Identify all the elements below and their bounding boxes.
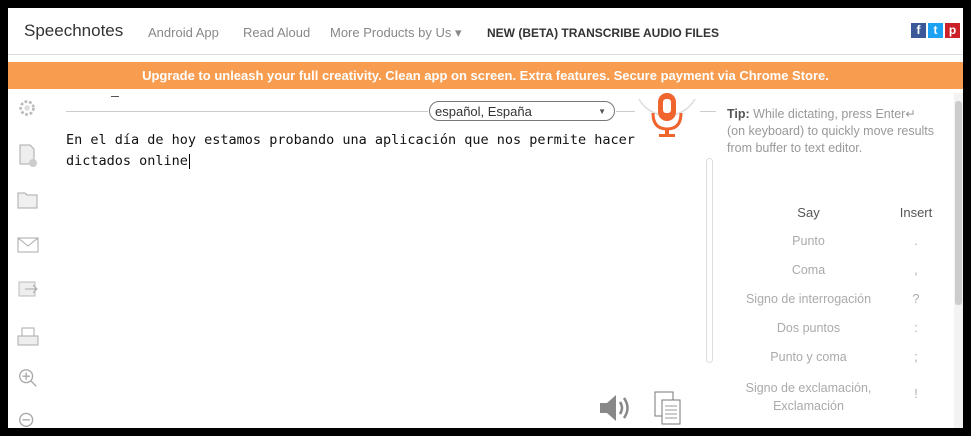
- command-insert: ,: [914, 263, 918, 277]
- open-folder-icon[interactable]: [17, 191, 39, 209]
- chevron-down-icon: ▼: [598, 107, 606, 116]
- commands-header: Say Insert: [726, 205, 941, 234]
- table-row: Punto .: [726, 234, 941, 263]
- cursor-mark: [111, 96, 119, 97]
- editor-text: En el día de hoy estamos probando una ap…: [66, 132, 635, 169]
- command-say: Signo de exclamación, Exclamación: [745, 381, 872, 413]
- table-row: Punto y coma ;: [726, 350, 941, 379]
- command-insert: !: [914, 387, 918, 401]
- table-row: Dos puntos :: [726, 321, 941, 350]
- nav-read-aloud[interactable]: Read Aloud: [243, 25, 310, 40]
- settings-icon[interactable]: [17, 96, 39, 120]
- divider-left: [66, 111, 428, 112]
- text-editor[interactable]: En el día de hoy estamos probando una ap…: [66, 130, 686, 390]
- page-scrollbar[interactable]: [954, 93, 963, 428]
- share-icon[interactable]: [17, 278, 39, 300]
- command-insert: ;: [914, 350, 918, 364]
- language-value: español, España: [435, 104, 532, 119]
- table-row: Signo de interrogación ?: [726, 292, 941, 321]
- upgrade-banner[interactable]: Upgrade to unleash your full creativity.…: [8, 62, 963, 89]
- table-row: Coma ,: [726, 263, 941, 292]
- print-icon[interactable]: [17, 326, 39, 348]
- table-row: Signo de exclamación, Exclamación !: [726, 379, 941, 419]
- header-say: Say: [797, 205, 820, 220]
- zoom-in-icon[interactable]: [17, 366, 39, 390]
- header-insert: Insert: [899, 205, 933, 220]
- tip-text: While dictating, press Enter↵ (on keyboa…: [727, 107, 935, 155]
- command-insert: :: [914, 321, 918, 335]
- divider-mid: [616, 111, 635, 112]
- divider-right: [700, 111, 716, 112]
- command-say: Dos puntos: [776, 321, 841, 335]
- email-icon[interactable]: [17, 236, 39, 254]
- command-say: Signo de interrogación: [745, 292, 872, 306]
- clipboard-icon[interactable]: [653, 388, 683, 426]
- command-say: Coma: [791, 263, 826, 277]
- app-window: Speechnotes Android App Read Aloud More …: [8, 8, 963, 428]
- top-navbar: Speechnotes Android App Read Aloud More …: [8, 8, 963, 55]
- command-say: Punto y coma: [770, 350, 847, 364]
- nav-transcribe-audio[interactable]: NEW (BETA) TRANSCRIBE AUDIO FILES: [487, 26, 719, 40]
- facebook-icon[interactable]: f: [911, 23, 926, 38]
- new-file-icon[interactable]: [17, 143, 39, 169]
- command-insert: ?: [912, 292, 920, 306]
- tip-label: Tip:: [727, 107, 750, 121]
- nav-android-app[interactable]: Android App: [148, 25, 219, 40]
- nav-more-products[interactable]: More Products by Us ▾: [330, 25, 462, 41]
- speaker-icon[interactable]: [598, 393, 634, 423]
- twitter-icon[interactable]: t: [928, 23, 943, 38]
- commands-table: Say Insert Punto . Coma , Signo de inter…: [726, 205, 941, 419]
- tip-panel: Tip: While dictating, press Enter↵ (on k…: [727, 106, 937, 157]
- text-caret: [188, 153, 190, 169]
- scrollbar-thumb[interactable]: [955, 101, 962, 305]
- brand-logo[interactable]: Speechnotes: [24, 21, 123, 41]
- zoom-out-icon[interactable]: [17, 408, 39, 428]
- buffer-scrollbar[interactable]: [706, 158, 713, 363]
- language-select[interactable]: español, España ▼: [429, 101, 615, 121]
- pinterest-icon[interactable]: p: [945, 23, 960, 38]
- command-insert: .: [914, 234, 918, 248]
- command-say: Punto: [792, 234, 825, 248]
